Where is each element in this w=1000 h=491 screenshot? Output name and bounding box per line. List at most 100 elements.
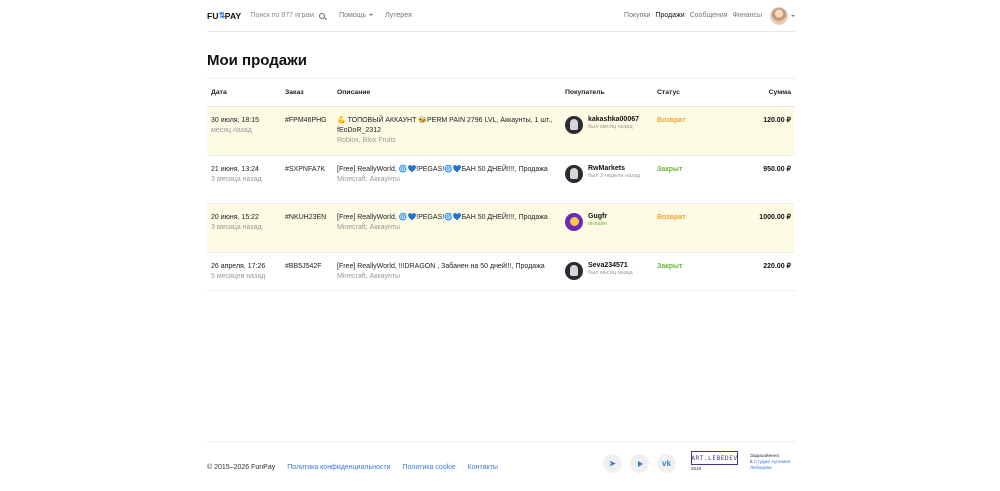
- order-id[interactable]: #FPM46PHG: [285, 107, 337, 155]
- row-description: [Free] ReallyWorld, 🌀💙!PEGAS!🌀💙БАН 50 ДН…: [337, 204, 565, 252]
- youtube-icon[interactable]: [630, 454, 649, 473]
- col-sum: Сумма: [768, 89, 791, 96]
- search-box[interactable]: Поиск по 877 играм: [250, 12, 326, 19]
- order-sum: 1000.00 ₽: [759, 214, 791, 221]
- logo-text-right: PAY: [224, 10, 242, 21]
- row-buyer[interactable]: Gugfr онлайн: [565, 204, 657, 252]
- date-ago: месяц назад: [211, 127, 252, 134]
- row-description: [Free] ReallyWorld, 🌀💙!PEGAS!🌀💙БАН 50 ДН…: [337, 156, 565, 203]
- chevron-down-icon: [369, 14, 374, 17]
- status-badge: Закрыт: [657, 263, 683, 270]
- buyer-last-seen: был месяц назад: [588, 270, 633, 276]
- logo-text-left: FU: [207, 10, 219, 21]
- studio-link[interactable]: Студии Артемия: [754, 460, 791, 465]
- buyer-avatar[interactable]: [565, 165, 583, 183]
- copyright: © 2015–2026 FunPay: [207, 463, 276, 471]
- studio-year: 2019: [691, 466, 702, 471]
- studio-logo[interactable]: ART.LEBEDEV 2019: [691, 451, 741, 473]
- top-navbar: FU ⇅ PAY Поиск по 877 играм Помощь Лутер…: [207, 0, 795, 32]
- col-date: Дата: [211, 89, 227, 96]
- play-icon: [637, 460, 643, 467]
- row-date: 20 июня, 15:22 3 месяца назад: [207, 204, 285, 252]
- status-badge: Возврат: [657, 214, 686, 221]
- vk-icon[interactable]: vk: [657, 454, 676, 473]
- nav-finances[interactable]: Финансы: [733, 12, 762, 19]
- date-ago: 3 месяца назад: [211, 176, 262, 183]
- description-text: 💪 ТОПОВЫЙ АККАУНТ 🐝PERM PAIN 2796 LVL, А…: [337, 117, 553, 134]
- date-text: 20 июня, 15:22: [211, 214, 259, 221]
- funpay-logo[interactable]: FU ⇅ PAY: [207, 11, 241, 21]
- order-sum: 120.00 ₽: [763, 117, 791, 124]
- social-links: ➤ vk: [603, 454, 676, 473]
- table-row[interactable]: 21 июня, 13:24 3 месяца назад #SXPNFA7K […: [207, 156, 795, 204]
- date-ago: 5 месяцев назад: [211, 273, 266, 280]
- buyer-name[interactable]: RwMarkets: [588, 165, 646, 173]
- date-text: 21 июня, 13:24: [211, 166, 259, 173]
- nav-messages[interactable]: Сообщения: [690, 12, 728, 19]
- privacy-policy-link[interactable]: Политика конфиденциальности: [287, 464, 390, 471]
- date-text: 30 июля, 18:15: [211, 117, 260, 124]
- nav-purchases[interactable]: Покупки: [624, 12, 650, 19]
- footer: © 2015–2026 FunPay Политика конфиденциал…: [207, 451, 795, 474]
- contacts-link[interactable]: Контакты: [468, 464, 498, 471]
- chevron-down-icon[interactable]: [791, 14, 795, 17]
- description-category: Minecraft, Аккаунты: [337, 273, 401, 280]
- table-row[interactable]: 26 апреля, 17:26 5 месяцев назад #BB5J542…: [207, 253, 795, 291]
- order-id[interactable]: #BB5J542F: [285, 253, 337, 290]
- col-status: Статус: [657, 89, 680, 96]
- order-id[interactable]: #NKUH23EN: [285, 204, 337, 252]
- buyer-last-seen: был месяц назад: [588, 124, 633, 130]
- telegram-icon[interactable]: ➤: [603, 454, 622, 473]
- search-icon[interactable]: [319, 12, 326, 19]
- status-badge: Возврат: [657, 117, 686, 124]
- row-date: 26 апреля, 17:26 5 месяцев назад: [207, 253, 285, 290]
- description-category: Minecraft, Аккаунты: [337, 176, 401, 183]
- studio-link-2[interactable]: Лебедева: [750, 466, 810, 472]
- description-text: [Free] ReallyWorld, 🌀💙!PEGAS!🌀💙БАН 50 ДН…: [337, 214, 548, 221]
- nav-sales[interactable]: Продажи: [655, 12, 684, 19]
- buyer-name[interactable]: Seva234571: [588, 262, 633, 270]
- nav-help[interactable]: Помощь: [339, 12, 374, 19]
- sales-table: Дата Заказ Описание Покупатель Статус Су…: [207, 79, 795, 291]
- col-buyer: Покупатель: [565, 89, 605, 96]
- buyer-avatar[interactable]: [565, 213, 583, 231]
- user-avatar[interactable]: [770, 6, 788, 25]
- order-sum: 220.00 ₽: [763, 263, 791, 270]
- cookie-policy-link[interactable]: Политика cookie: [403, 464, 456, 471]
- studio-logo-text: ART.LEBEDEV: [691, 451, 738, 465]
- footer-divider: [207, 441, 795, 442]
- date-ago: 3 месяца назад: [211, 224, 262, 231]
- studio-credit-prefix: в: [750, 460, 753, 465]
- buyer-last-seen: был 3 недели назад: [588, 173, 640, 179]
- nav-lottery[interactable]: Лутерея: [385, 12, 412, 19]
- buyer-name[interactable]: Gugfr: [588, 213, 607, 221]
- table-row[interactable]: 30 июля, 18:15 месяц назад #FPM46PHG 💪 ТО…: [207, 107, 795, 156]
- row-buyer[interactable]: RwMarkets был 3 недели назад: [565, 156, 657, 203]
- description-text: [Free] ReallyWorld, !!!DRAGON , Забанен …: [337, 263, 545, 270]
- table-row[interactable]: 20 июня, 15:22 3 месяца назад #NKUH23EN […: [207, 204, 795, 253]
- description-category: Minecraft, Аккаунты: [337, 224, 401, 231]
- description-text: [Free] ReallyWorld, 🌀💙!PEGAS!🌀💙БАН 50 ДН…: [337, 166, 548, 173]
- date-text: 26 апреля, 17:26: [211, 263, 266, 270]
- row-description: [Free] ReallyWorld, !!!DRAGON , Забанен …: [337, 253, 565, 290]
- order-sum: 950.00 ₽: [763, 166, 791, 173]
- status-badge: Закрыт: [657, 166, 683, 173]
- buyer-avatar[interactable]: [565, 116, 583, 134]
- nav-help-label: Помощь: [339, 12, 367, 19]
- description-category: Roblox, Blox Fruits: [337, 137, 396, 144]
- row-date: 30 июля, 18:15 месяц назад: [207, 107, 285, 155]
- col-description: Описание: [337, 89, 371, 96]
- buyer-avatar[interactable]: [565, 262, 583, 280]
- studio-credit: Задизайнено в Студии Артемия Лебедева: [750, 454, 810, 472]
- buyer-online-status: онлайн: [588, 221, 607, 227]
- row-description: 💪 ТОПОВЫЙ АККАУНТ 🐝PERM PAIN 2796 LVL, А…: [337, 107, 565, 155]
- order-id[interactable]: #SXPNFA7K: [285, 156, 337, 203]
- row-buyer[interactable]: kakashka00067 был месяц назад: [565, 107, 657, 155]
- row-buyer[interactable]: Seva234571 был месяц назад: [565, 253, 657, 290]
- page-title: Мои продажи: [207, 52, 307, 69]
- row-date: 21 июня, 13:24 3 месяца назад: [207, 156, 285, 203]
- col-order: Заказ: [285, 89, 304, 96]
- search-placeholder: Поиск по 877 играм: [250, 12, 315, 19]
- buyer-name[interactable]: kakashka00067: [588, 116, 639, 124]
- table-header: Дата Заказ Описание Покупатель Статус Су…: [207, 79, 795, 107]
